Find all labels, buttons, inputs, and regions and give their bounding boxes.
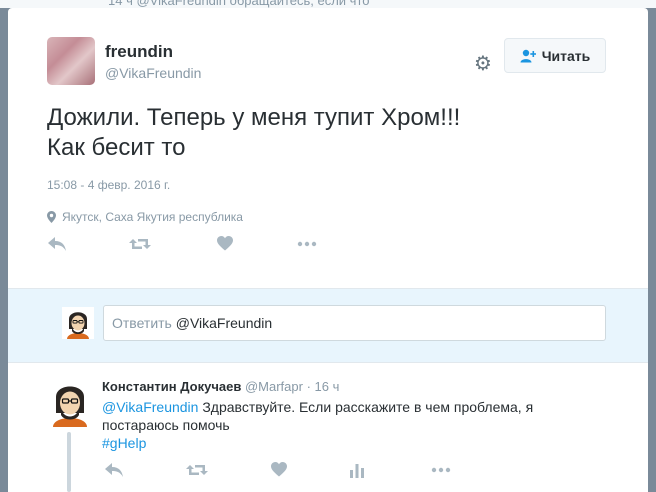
more-icon[interactable]: [297, 236, 317, 252]
reply-tweet-text: @VikaFreundin Здравствуйте. Если расскаж…: [102, 398, 552, 452]
location-label: Якутск, Саха Якутия республика: [62, 210, 243, 224]
reply-author-avatar[interactable]: [46, 379, 94, 427]
reply-mention: @VikaFreundin: [175, 315, 273, 331]
reply-prefix: Ответить: [112, 315, 176, 331]
heart-icon[interactable]: [217, 236, 233, 251]
follow-button-label: Читать: [541, 47, 591, 64]
reply-tweet-header: Константин Докучаев @Marfapr · 16 ч: [102, 379, 339, 394]
author-display-name[interactable]: freundin: [105, 42, 173, 62]
location-pin-icon: [47, 211, 56, 223]
tweet-permalink-modal: freundin @VikaFreundin ⚙ Читать Дожили. …: [8, 8, 648, 492]
user-avatar[interactable]: [62, 307, 94, 339]
reply-composer: Ответить @VikaFreundin: [8, 288, 648, 363]
more-icon[interactable]: [431, 462, 451, 478]
tweet-text: Дожили. Теперь у меня тупит Хром!!! Как …: [47, 103, 607, 163]
hashtag-link[interactable]: #gHelp: [102, 435, 146, 451]
author-avatar[interactable]: [47, 37, 95, 85]
reply-author-handle[interactable]: @Marfapr: [245, 379, 303, 394]
heart-icon[interactable]: [271, 462, 287, 477]
reply-icon[interactable]: [47, 236, 67, 252]
retweet-icon[interactable]: [186, 462, 208, 478]
reply-timestamp[interactable]: 16 ч: [315, 379, 340, 394]
tweet-timestamp[interactable]: 15:08 - 4 февр. 2016 г.: [47, 178, 170, 192]
separator-dot: ·: [306, 379, 311, 394]
thread-connector-line: [67, 432, 71, 492]
reply-tweet[interactable]: Константин Докучаев @Marfapr · 16 ч @Vik…: [8, 368, 648, 492]
gear-icon[interactable]: ⚙: [472, 53, 494, 75]
reply-mention-link[interactable]: @VikaFreundin: [102, 399, 198, 415]
tweet-location[interactable]: Якутск, Саха Якутия республика: [47, 210, 243, 224]
follow-button[interactable]: Читать: [504, 38, 606, 73]
reply-author-name[interactable]: Константин Докучаев: [102, 379, 241, 394]
reply-icon[interactable]: [104, 462, 124, 478]
reply-input[interactable]: Ответить @VikaFreundin: [103, 305, 606, 341]
tweet-text-line: Как бесит то: [47, 134, 186, 161]
analytics-icon[interactable]: [349, 462, 365, 478]
tweet-text-line: Дожили. Теперь у меня тупит Хром!!!: [47, 104, 461, 131]
follow-person-icon: [520, 49, 536, 62]
background-tweet-text: 14 ч @VikaFreundin обращайтесь, если что: [108, 0, 370, 8]
tweet-header: freundin @VikaFreundin ⚙ Читать: [47, 37, 607, 87]
author-screen-name[interactable]: @VikaFreundin: [105, 65, 201, 81]
retweet-icon[interactable]: [129, 236, 151, 252]
background-timeline-strip: 14 ч @VikaFreundin обращайтесь, если что: [0, 0, 656, 8]
